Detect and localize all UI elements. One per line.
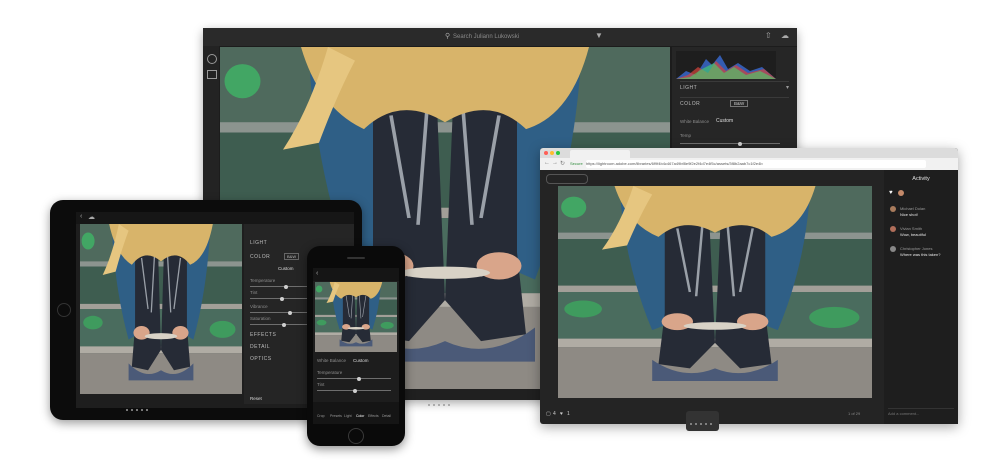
comment-text: Where was this taken? <box>900 252 941 257</box>
comment-item: Michael Dolan Nice shot! <box>890 206 954 220</box>
browser-window: ← → ↻ Secure https://lightroom.adobe.com… <box>540 148 958 431</box>
heart-icon[interactable]: ♥ <box>560 411 563 417</box>
bw-toggle-button[interactable]: B&W <box>730 100 749 107</box>
tab-light[interactable]: Light <box>344 414 352 418</box>
rating-stars[interactable] <box>686 411 719 431</box>
add-icon[interactable] <box>207 54 217 64</box>
activity-sidebar: Activity ♥ Michael Dolan Nice shot! Vivi… <box>884 170 958 424</box>
vibrance-slider[interactable] <box>250 310 314 315</box>
tab-color[interactable]: Color <box>356 414 364 418</box>
saturation-slider[interactable] <box>250 322 314 327</box>
rating-stars[interactable] <box>126 398 151 416</box>
color-section-label[interactable]: COLOR <box>680 101 700 107</box>
tab-detail[interactable]: Detail <box>382 414 391 418</box>
heart-icon[interactable]: ♥ <box>889 190 893 196</box>
comment-item: Vivian Smith Wow, beautiful <box>890 226 954 240</box>
like-count: 1 <box>567 411 570 417</box>
minimize-window-icon[interactable] <box>550 151 554 155</box>
chevron-down-icon[interactable]: ▾ <box>786 84 789 91</box>
vibrance-label: Vibrance <box>250 304 268 309</box>
white-balance-select[interactable]: Custom <box>353 358 369 363</box>
saturation-label: Saturation <box>250 316 271 321</box>
avatar <box>890 226 896 232</box>
avatar <box>890 206 896 212</box>
optics-section-label[interactable]: OPTICS <box>250 356 272 362</box>
pager-label: 1 of 29 <box>848 411 861 416</box>
tablet-home-button[interactable] <box>57 303 71 317</box>
back-icon[interactable]: ‹ <box>316 270 318 277</box>
maximize-window-icon[interactable] <box>556 151 560 155</box>
temperature-slider[interactable] <box>317 376 391 381</box>
tab-crop[interactable]: Crop <box>317 414 325 418</box>
back-icon[interactable]: ← <box>544 160 550 166</box>
comment-count: 4 <box>553 411 556 417</box>
white-balance-select[interactable]: Custom <box>278 266 294 271</box>
comment-author: Christopher Jones <box>900 246 933 251</box>
effects-section-label[interactable]: EFFECTS <box>250 332 276 338</box>
temp-slider[interactable] <box>680 141 780 146</box>
color-section-label[interactable]: COLOR <box>250 254 270 260</box>
phone-home-button[interactable] <box>348 428 364 444</box>
phone-screen: ‹ White Balance Custom Temperature Tint … <box>313 268 399 424</box>
avatar <box>890 246 896 252</box>
comment-input[interactable]: Add a comment... <box>888 408 954 417</box>
temperature-slider[interactable] <box>250 284 314 289</box>
comment-text: Wow, beautiful <box>900 232 926 237</box>
bw-toggle-button[interactable]: B&W <box>284 253 300 260</box>
histogram-icon <box>676 51 776 79</box>
temperature-label: Temperature <box>250 278 276 283</box>
white-balance-label: White Balance <box>317 358 347 363</box>
browser-photo <box>558 186 872 398</box>
tab-effects[interactable]: Effects <box>368 414 379 418</box>
tint-label: Tint <box>317 382 325 387</box>
temperature-label: Temperature <box>317 370 343 375</box>
browser-bottom-bar: ▢ 4 ♥ 1 1 of 29 <box>540 406 880 431</box>
comment-author: Vivian Smith <box>900 226 923 231</box>
phone-speaker <box>347 257 365 259</box>
tablet-top-bar: ‹ ☁ <box>76 212 354 224</box>
light-section-label[interactable]: LIGHT <box>680 85 697 91</box>
cloud-icon[interactable]: ☁ <box>88 213 95 221</box>
phone-device: ‹ White Balance Custom Temperature Tint … <box>307 246 405 446</box>
reload-icon[interactable]: ↻ <box>560 160 565 167</box>
cloud-icon[interactable]: ☁ <box>781 31 789 40</box>
filter-icon[interactable]: ▼ <box>595 31 603 40</box>
reset-button[interactable]: Reset <box>250 396 262 401</box>
white-balance-label: White Balance <box>680 119 710 124</box>
comment-text: Nice shot! <box>900 212 918 217</box>
tint-label: Tint <box>250 290 258 295</box>
tint-slider[interactable] <box>317 388 391 393</box>
comment-item: Christopher Jones Where was this taken? <box>890 246 954 260</box>
back-icon[interactable]: ‹ <box>80 213 82 220</box>
tint-slider[interactable] <box>250 296 314 301</box>
white-balance-select[interactable]: Custom <box>716 118 733 124</box>
comment-count-icon[interactable]: ▢ <box>546 411 551 417</box>
secure-label: Secure <box>570 161 583 166</box>
desktop-top-bar: ⚲ Search Juliann Lukowski ▼ ⇧ ☁ <box>203 28 797 46</box>
phone-top-bar: ‹ <box>313 268 399 281</box>
activity-title: Activity <box>912 176 930 182</box>
library-icon[interactable] <box>207 70 217 79</box>
search-icon: ⚲ <box>445 33 451 40</box>
temp-label: Temp <box>680 133 692 138</box>
avatar <box>898 190 904 196</box>
browser-top-left-button[interactable] <box>546 174 588 184</box>
light-section-label[interactable]: LIGHT <box>250 240 267 246</box>
browser-tab[interactable] <box>570 150 630 158</box>
phone-tab-bar: Crop Presets Light Color Effects Detail <box>313 402 399 424</box>
rating-stars[interactable] <box>428 393 453 411</box>
tab-presets[interactable]: Presets <box>330 414 342 418</box>
detail-section-label[interactable]: DETAIL <box>250 344 270 350</box>
share-icon[interactable]: ⇧ <box>765 31 772 40</box>
browser-tab-strip <box>540 148 958 158</box>
phone-photo <box>315 282 397 352</box>
tablet-photo <box>80 224 242 394</box>
comment-author: Michael Dolan <box>900 206 926 211</box>
forward-icon[interactable]: → <box>552 160 558 166</box>
close-window-icon[interactable] <box>544 151 548 155</box>
desktop-search-input[interactable]: Search Juliann Lukowski <box>453 32 593 43</box>
url-field[interactable]: https://lightroom.adobe.com/libraries/6f… <box>586 160 926 168</box>
